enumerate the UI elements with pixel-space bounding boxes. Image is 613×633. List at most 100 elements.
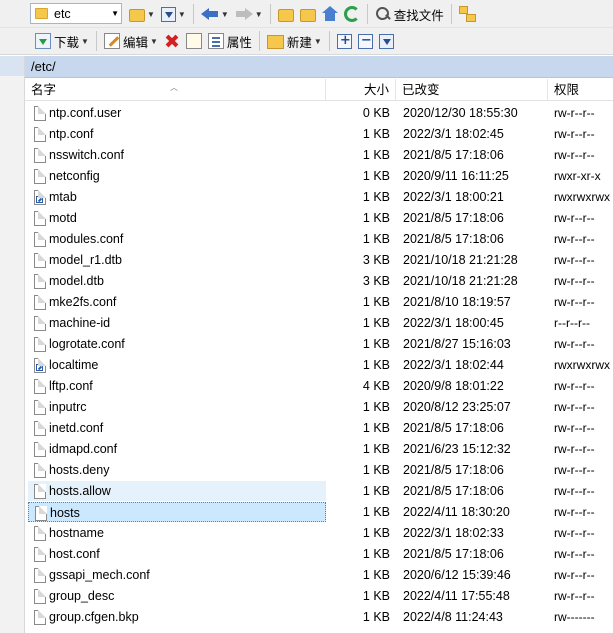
file-name-cell[interactable]: idmapd.conf [28,439,326,459]
file-name-cell[interactable]: model.dtb [28,271,326,291]
delete-icon [164,33,180,49]
file-name-cell[interactable]: modules.conf [28,229,326,249]
file-size: 1 KB [362,568,390,582]
file-name-cell[interactable]: mtab [28,187,326,207]
file-name-cell[interactable]: hosts [28,502,326,522]
file-name: modules.conf [49,232,124,246]
rename-button[interactable] [183,30,205,52]
file-name: ntp.conf.user [49,106,122,120]
file-name-cell[interactable]: ntp.conf [28,124,326,144]
table-row[interactable]: gssapi_mech.conf 1 KB 2020/6/12 15:39:46 rw… [25,564,613,585]
tree-view-button[interactable] [456,3,478,25]
file-permissions: rw-r--r-- [554,568,595,582]
table-row[interactable]: mke2fs.conf 1 KB 2021/8/10 18:19:57 rw-r--r… [25,291,613,312]
file-name-cell[interactable]: inputrc [28,397,326,417]
open-folder-button[interactable]: ▼ [126,3,158,25]
open-folder-icon [129,9,145,22]
file-modified: 2022/3/1 18:02:33 [403,526,504,540]
file-modified: 2021/6/23 15:12:32 [403,442,511,456]
refresh-button[interactable] [341,3,363,25]
chevron-down-icon[interactable]: ▼ [111,9,119,18]
select-all-button[interactable]: + [334,30,355,52]
table-row[interactable]: modules.conf 1 KB 2021/8/5 17:18:06 rw-r--r… [25,228,613,249]
table-row[interactable]: inputrc 1 KB 2020/8/12 23:25:07 rw-r--r-- [25,396,613,417]
file-name-cell[interactable]: group.cfgen.bkp [28,607,326,627]
file-name-cell[interactable]: machine-id [28,313,326,333]
table-row[interactable]: hosts.deny 1 KB 2021/8/5 17:18:06 rw-r--r-- [25,459,613,480]
file-name: netconfig [49,169,100,183]
file-name-cell[interactable]: hostname [28,523,326,543]
table-row[interactable]: hosts.allow 1 KB 2021/8/5 17:18:06 rw-r--r-… [25,480,613,501]
properties-button[interactable]: 属性 [205,30,255,52]
file-permissions: rw-r--r-- [554,400,595,414]
table-row[interactable]: model_r1.dtb 3 KB 2021/10/18 21:21:28 rw-r-… [25,249,613,270]
file-size: 1 KB [362,358,390,372]
table-row[interactable]: host.conf 1 KB 2021/8/5 17:18:06 rw-r--r-- [25,543,613,564]
table-row[interactable]: localtime 1 KB 2022/3/1 18:02:44 rwxrwxrwx [25,354,613,375]
back-button[interactable]: ▼ [198,3,232,25]
column-header-modified[interactable]: 已改变 [396,79,548,101]
file-permissions: rw-r--r-- [554,484,595,498]
file-size: 1 KB [362,505,390,519]
file-permissions: rw-r--r-- [554,127,595,141]
file-icon [34,127,46,142]
table-row[interactable]: motd 1 KB 2021/8/5 17:18:06 rw-r--r-- [25,207,613,228]
root-directory-button[interactable] [297,3,319,25]
file-icon [34,463,46,478]
file-name-cell[interactable]: inetd.conf [28,418,326,438]
file-size: 3 KB [362,274,390,288]
table-row[interactable]: ntp.conf 1 KB 2022/3/1 18:02:45 rw-r--r-- [25,123,613,144]
table-row[interactable]: group_desc 1 KB 2022/4/11 17:55:48 rw-r--r-… [25,585,613,606]
edit-button[interactable]: 编辑 ▼ [101,30,161,52]
table-row[interactable]: hosts 1 KB 2022/4/11 18:30:20 rw-r--r-- [25,501,613,522]
filter-select-button[interactable] [376,30,397,52]
delete-button[interactable] [161,30,183,52]
deselect-button[interactable]: − [355,30,376,52]
download-button[interactable]: 下载 ▼ [32,30,92,52]
file-name: host.conf [49,547,100,561]
home-button[interactable] [319,3,341,25]
table-row[interactable]: mtab 1 KB 2022/3/1 18:00:21 rwxrwxrwx [25,186,613,207]
table-row[interactable]: nsswitch.conf 1 KB 2021/8/5 17:18:06 rw-r--… [25,144,613,165]
new-button[interactable]: 新建 ▼ [264,30,325,52]
file-name-cell[interactable]: netconfig [28,166,326,186]
filter-icon [160,6,176,22]
file-name-cell[interactable]: host.conf [28,544,326,564]
file-name-cell[interactable]: mke2fs.conf [28,292,326,312]
file-name-cell[interactable]: hosts.deny [28,460,326,480]
table-row[interactable]: group.cfgen.bkp 1 KB 2022/4/8 11:24:43 rw--… [25,606,613,627]
table-row[interactable]: logrotate.conf 1 KB 2021/8/27 15:16:03 rw-r… [25,333,613,354]
toolbar-separator [328,31,330,51]
file-permissions: rw-r--r-- [554,526,595,540]
find-files-button[interactable]: 查找文件 [372,3,447,25]
table-row[interactable]: netconfig 1 KB 2020/9/11 16:11:25 rwxr-xr-x [25,165,613,186]
table-row[interactable]: hostname 1 KB 2022/3/1 18:02:33 rw-r--r-- [25,522,613,543]
file-name-cell[interactable]: motd [28,208,326,228]
filter-button[interactable]: ▼ [158,3,189,25]
file-name-cell[interactable]: localtime [28,355,326,375]
path-combobox[interactable]: etc ▼ [30,3,122,24]
table-row[interactable]: model.dtb 3 KB 2021/10/18 21:21:28 rw-r--r-… [25,270,613,291]
file-icon [34,253,46,268]
file-name-cell[interactable]: model_r1.dtb [28,250,326,270]
local-panel-edge[interactable] [0,56,25,633]
file-name-cell[interactable]: hosts.allow [28,481,326,501]
file-name-cell[interactable]: group_desc [28,586,326,606]
column-header-name[interactable]: 名字 ︿ [25,79,326,101]
file-name-cell[interactable]: nsswitch.conf [28,145,326,165]
file-name-cell[interactable]: lftp.conf [28,376,326,396]
toolbar-separator [269,4,271,24]
file-name-cell[interactable]: gssapi_mech.conf [28,565,326,585]
forward-button[interactable]: ▼ [232,3,266,25]
file-size: 1 KB [362,211,390,225]
column-header-size[interactable]: 大小 [326,79,396,101]
table-row[interactable]: inetd.conf 1 KB 2021/8/5 17:18:06 rw-r--r-- [25,417,613,438]
table-row[interactable]: machine-id 1 KB 2022/3/1 18:00:45 r--r--r-- [25,312,613,333]
column-header-permissions[interactable]: 权限 [548,79,613,101]
table-row[interactable]: idmapd.conf 1 KB 2021/6/23 15:12:32 rw-r--r… [25,438,613,459]
file-name-cell[interactable]: logrotate.conf [28,334,326,354]
file-name-cell[interactable]: ntp.conf.user [28,103,326,123]
table-row[interactable]: lftp.conf 4 KB 2020/9/8 18:01:22 rw-r--r-- [25,375,613,396]
parent-directory-button[interactable] [275,3,297,25]
table-row[interactable]: ntp.conf.user 0 KB 2020/12/30 18:55:30 rw-r… [25,102,613,123]
